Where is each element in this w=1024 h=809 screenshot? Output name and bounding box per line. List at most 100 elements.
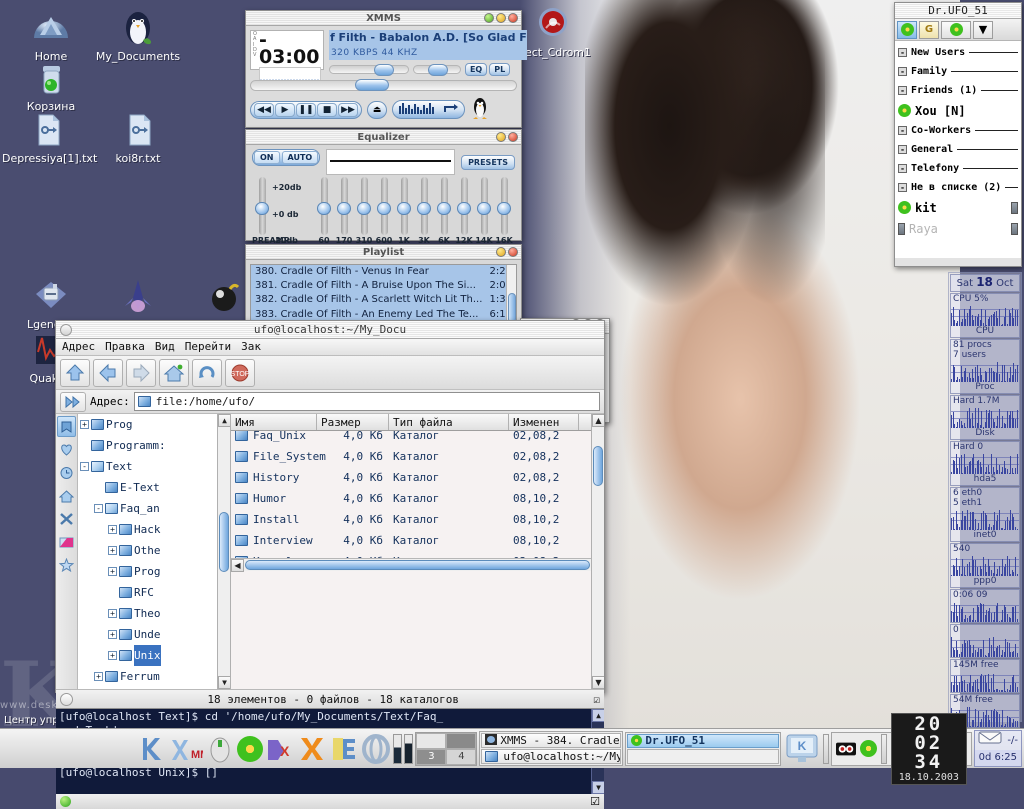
close-icon[interactable] — [508, 247, 518, 257]
pager-desktop-3[interactable]: 3 — [416, 748, 447, 765]
scroll-down-icon[interactable]: ▼ — [592, 676, 604, 689]
equalizer-band-170[interactable]: 170 — [334, 177, 354, 245]
column-modified[interactable]: Изменен — [509, 414, 579, 430]
tree-item[interactable]: - Faq_an — [78, 498, 230, 519]
file-manager-titlebar[interactable]: ufo@localhost:~/My_Docu — [56, 321, 604, 339]
task-xmms[interactable]: XMMS - 384. Cradle — [481, 733, 622, 748]
equalizer-auto-button[interactable]: AUTO — [281, 151, 319, 164]
task-filemanager[interactable]: ufo@localhost:~/My — [481, 749, 622, 764]
reload-icon[interactable] — [192, 358, 222, 387]
playlist-item[interactable]: 381. Cradle Of Filth - A Bruise Upon The… — [251, 279, 516, 293]
file-manager-window[interactable]: ufo@localhost:~/My_Docu Адрес Правка Вид… — [55, 320, 605, 809]
close-icon[interactable] — [508, 13, 518, 23]
equalizer-band-3K[interactable]: 3K — [414, 177, 434, 245]
xmms-time-display[interactable]: OAIDV - 03:00 — [250, 30, 324, 84]
heart-icon[interactable] — [57, 439, 76, 460]
file-manager-menubar[interactable]: Адрес Правка Вид Перейти Зак — [56, 339, 604, 356]
launcher-xmms[interactable]: MMS — [169, 731, 203, 767]
filelist-hscrollbar[interactable]: ◀ ▶ — [231, 558, 604, 572]
maximize-icon[interactable] — [496, 13, 506, 23]
file-manager-location-bar[interactable]: Адрес: file:/home/ufo/ — [56, 390, 604, 414]
playlist-item[interactable]: 380. Cradle Of Filth - Venus In Fear 2:20 — [251, 265, 516, 279]
forward-icon[interactable] — [126, 358, 156, 387]
column-type[interactable]: Тип файла — [389, 414, 509, 430]
file-manager-sidebar-tabs[interactable] — [56, 414, 78, 689]
flower-icon[interactable] — [897, 20, 917, 39]
menu-go[interactable]: Перейти — [185, 340, 231, 354]
icq-contact[interactable]: Xou [N] — [898, 100, 1018, 121]
equalizer-window-buttons[interactable] — [496, 132, 518, 142]
collapse-icon[interactable]: - — [898, 48, 907, 57]
filelist-scroll-thumb[interactable] — [593, 446, 603, 486]
desktop-icon-my-documents[interactable]: My_Documents — [93, 8, 183, 63]
stop-button[interactable]: ■ — [317, 102, 337, 117]
tray-monitor-icon[interactable]: K — [783, 731, 821, 767]
pager-preview-2[interactable] — [446, 732, 477, 749]
tree-item[interactable]: RFC — [78, 582, 230, 603]
stop-icon[interactable]: STOP — [225, 358, 255, 387]
eyes-icon[interactable] — [836, 739, 857, 759]
mail-monitor[interactable]: -/- 0d 6:25 — [973, 730, 1022, 767]
dock-monitor-hda5[interactable]: Hard 0 hda5 — [950, 441, 1020, 486]
collapse-icon[interactable]: - — [94, 504, 103, 513]
network-icon[interactable] — [57, 508, 76, 529]
xmms-main-window[interactable]: XMMS OAIDV - 03:00 f Filth - Babalon A.D… — [245, 10, 527, 128]
home-icon[interactable] — [57, 485, 76, 506]
table-row[interactable]: Interview 4,0 Кб Каталог 08,10,2 — [231, 530, 604, 551]
tree-item[interactable]: + Ferrum — [78, 666, 230, 687]
icq-toolbar[interactable]: G ▼ — [895, 19, 1021, 41]
filelist-scrollbar[interactable]: ▲ ▼ — [591, 414, 604, 689]
collapse-icon[interactable]: - — [80, 462, 89, 471]
tree-scroll-thumb[interactable] — [219, 512, 229, 572]
equalizer-on-button[interactable]: ON — [254, 151, 280, 164]
equalizer-presets-button[interactable]: PRESETS — [461, 154, 515, 170]
up-icon[interactable] — [60, 358, 90, 387]
equalizer-band-600[interactable]: 600 — [374, 177, 394, 245]
equalizer-band-1K[interactable]: 1K — [394, 177, 414, 245]
history-icon[interactable] — [57, 462, 76, 483]
back-icon[interactable] — [93, 358, 123, 387]
location-input[interactable]: file:/home/ufo/ — [133, 392, 600, 411]
expand-icon[interactable]: + — [80, 420, 89, 429]
launcher-directx[interactable]: X — [265, 731, 295, 767]
dock-monitor-proc[interactable]: 81 procs 7 users Proc — [950, 339, 1020, 394]
icq-group[interactable]: - General — [898, 140, 1018, 159]
equalizer-band-14K[interactable]: 14K — [474, 177, 494, 245]
maximize-icon[interactable] — [496, 247, 506, 257]
scroll-up-icon[interactable]: ▲ — [218, 414, 230, 427]
icq-contact[interactable]: kit — [898, 197, 1018, 218]
equalizer-band-310[interactable]: 310 — [354, 177, 374, 245]
table-row[interactable]: Install 4,0 Кб Каталог 08,10,2 — [231, 509, 604, 530]
maximize-icon[interactable] — [496, 132, 506, 142]
collapse-icon[interactable]: - — [898, 183, 907, 192]
expand-icon[interactable]: + — [108, 630, 117, 639]
table-row[interactable]: Humor 4,0 Кб Каталог 08,10,2 — [231, 488, 604, 509]
tree-item[interactable]: + Unix — [78, 645, 230, 666]
pause-button[interactable]: ❚❚ — [296, 102, 316, 117]
dock-monitor-7[interactable]: 0 — [950, 624, 1020, 658]
file-manager-toolbar[interactable]: STOP — [56, 356, 604, 390]
equalizer-preamp-slider[interactable]: PREAMP — [252, 177, 290, 245]
tree-item[interactable]: + Theo — [78, 603, 230, 624]
chevron-down-icon[interactable]: ▼ — [973, 20, 993, 39]
go-icon[interactable] — [60, 391, 86, 412]
tree-item[interactable]: + Othe — [78, 540, 230, 561]
expand-icon[interactable]: + — [94, 672, 103, 681]
expand-icon[interactable]: + — [108, 567, 117, 576]
xmms-seek-bar[interactable] — [250, 79, 517, 91]
launcher-mouse[interactable] — [205, 731, 235, 767]
repeat-icon[interactable] — [442, 102, 458, 117]
star-icon[interactable] — [57, 554, 76, 575]
next-track-button[interactable]: ▶▶ — [338, 102, 358, 117]
expand-icon[interactable]: + — [108, 609, 117, 618]
xmms-titlebar[interactable]: XMMS — [246, 11, 521, 26]
close-icon[interactable] — [508, 132, 518, 142]
window-menu-button[interactable] — [60, 324, 72, 336]
equalizer-on-auto-toggle[interactable]: ON AUTO — [252, 149, 321, 166]
desktop-icon-depressiya[interactable]: Depressiya[1].txt — [2, 110, 97, 165]
playlist-titlebar[interactable]: Playlist — [246, 245, 521, 260]
tree-item[interactable]: Programm: — [78, 435, 230, 456]
table-row[interactable]: Faq_Unix 4,0 Кб Каталог 02,08,2 — [231, 431, 604, 446]
volume-slider[interactable] — [328, 64, 409, 76]
launcher-icq[interactable] — [237, 731, 264, 767]
